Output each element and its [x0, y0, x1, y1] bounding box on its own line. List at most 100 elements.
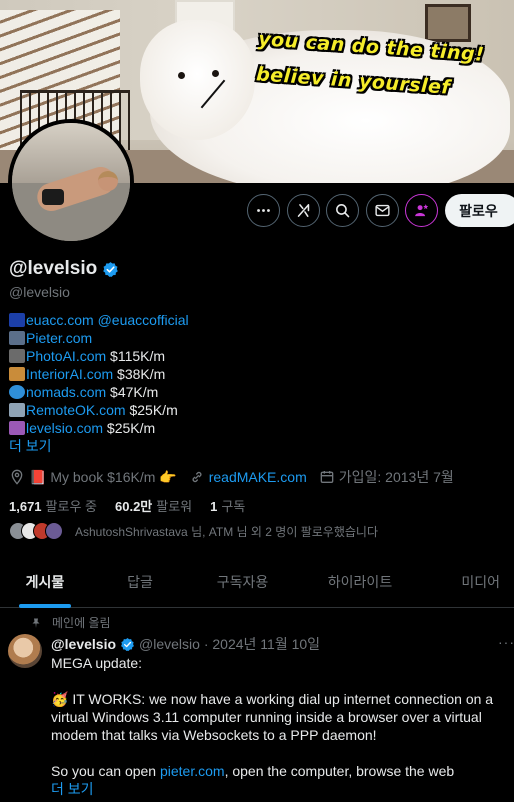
banner-picture-frame	[425, 4, 471, 42]
bio-line: PhotoAI.com $115K/m	[9, 347, 189, 365]
subscriptions-count: 1	[210, 499, 218, 514]
post-text-segment: , open the computer, browse the web	[224, 763, 455, 779]
satellite-icon	[9, 403, 25, 417]
location-item: 📕 My book $16K/m 👉	[9, 469, 177, 486]
tab-label: 답글	[127, 573, 153, 590]
bio-revenue: $47K/m	[110, 384, 159, 400]
tab-replies[interactable]: 답글	[90, 555, 190, 608]
joined-text: 가입일: 2013년 7월	[338, 469, 454, 485]
follower-avatar	[45, 522, 63, 540]
grok-button[interactable]	[287, 194, 320, 227]
post-paragraph-gap	[51, 744, 501, 762]
house-icon	[9, 367, 25, 381]
pinned-label: 메인에 올림	[52, 616, 111, 630]
search-icon	[336, 204, 350, 218]
tab-label: 게시물	[25, 573, 65, 590]
tab-label: 구독자용	[216, 573, 269, 590]
tab-posts[interactable]: 게시물	[0, 555, 90, 608]
link-icon	[192, 471, 202, 483]
post-text-segment: So you can open	[51, 763, 160, 779]
website-link[interactable]: readMAKE.com	[209, 469, 307, 485]
tab-highlights[interactable]: 하이라이트	[295, 555, 425, 608]
tab-media[interactable]: 미디어	[425, 555, 514, 608]
profile-stats: 1,671 팔로우 중 60.2만 팔로워 1 구독	[9, 496, 263, 515]
post-body: MEGA update: 🥳 IT WORKS: we now have a w…	[51, 654, 501, 780]
location-text: 📕 My book $16K/m 👉	[29, 468, 177, 485]
active-tab-indicator	[19, 604, 71, 608]
profile-meta: 📕 My book $16K/m 👉 readMAKE.com 가입일: 201…	[9, 467, 466, 487]
profile-tabs: 게시물 답글 구독자용 하이라이트 미디어	[0, 555, 514, 608]
bio-line: euacc.com @euaccofficial	[9, 311, 189, 329]
followers-label: 팔로워	[156, 499, 193, 514]
grok-icon	[297, 204, 310, 217]
bio-link[interactable]: InteriorAI.com	[26, 365, 113, 383]
globe-icon	[9, 385, 25, 399]
alembic-icon	[9, 421, 25, 435]
subscriptions-stat[interactable]: 1 구독	[210, 496, 245, 515]
avatar-head	[98, 171, 118, 191]
post-link[interactable]: pieter.com	[160, 763, 225, 779]
more-button[interactable]	[247, 194, 280, 227]
followed-by-text: AshutoshShrivastava 님, ATM 님 외 2 명이 팔로우했…	[75, 524, 378, 539]
verified-badge-icon	[121, 637, 134, 651]
bio-revenue: $25K/m	[106, 420, 156, 436]
search-button[interactable]	[326, 194, 359, 227]
followers-stat[interactable]: 60.2만 팔로워	[115, 496, 192, 515]
followed-by-row[interactable]: AshutoshShrivastava 님, ATM 님 외 2 명이 팔로우했…	[9, 522, 378, 540]
message-button[interactable]	[366, 194, 399, 227]
bio-mention-link[interactable]: @euaccofficial	[98, 311, 189, 329]
post-handle-date[interactable]: @levelsio · 2024년 11월 10일	[139, 634, 320, 654]
bio-link[interactable]: nomads.com	[26, 383, 106, 401]
bio-line: InteriorAI.com $38K/m	[9, 365, 189, 383]
subscribe-button[interactable]	[405, 194, 438, 227]
tab-label: 미디어	[461, 573, 500, 590]
profile-handle: @levelsio	[9, 284, 70, 300]
bio-revenue: $38K/m	[117, 366, 166, 382]
bio-revenue: $25K/m	[129, 402, 178, 418]
following-stat[interactable]: 1,671 팔로우 중	[9, 496, 97, 515]
post-text-line: MEGA update:	[51, 655, 143, 671]
avatar-shorts	[42, 189, 64, 205]
tab-subscriber-only[interactable]: 구독자용	[190, 555, 295, 608]
verified-badge-icon[interactable]	[102, 261, 119, 278]
profile-avatar[interactable]	[8, 119, 134, 245]
display-name: @levelsio	[9, 258, 98, 279]
post-author-avatar[interactable]	[8, 634, 42, 668]
bio-line: Pieter.com	[9, 329, 189, 347]
location-pin-icon	[11, 469, 23, 485]
bio-show-more-link[interactable]: 더 보기	[9, 437, 52, 455]
eu-flag-icon	[9, 313, 25, 327]
follow-button[interactable]: 팔로우	[445, 194, 514, 227]
post-author-name[interactable]: @levelsio	[51, 636, 116, 652]
envelope-icon	[375, 204, 390, 217]
followers-count: 60.2만	[115, 499, 153, 514]
bio-link[interactable]: Pieter.com	[26, 329, 92, 347]
bio-link[interactable]: levelsio.com	[26, 419, 103, 437]
post-more-menu-icon[interactable]: ···	[498, 634, 514, 650]
camera-flash-icon	[9, 349, 25, 363]
pin-icon	[32, 618, 40, 628]
bio-revenue: $115K/m	[110, 348, 166, 364]
calendar-icon	[320, 471, 334, 483]
pinned-indicator: 메인에 올림	[30, 614, 111, 631]
profile-bio: euacc.com @euaccofficial Pieter.com Phot…	[9, 311, 189, 455]
floppy-disk-icon	[9, 331, 25, 345]
display-name-row: @levelsio	[9, 258, 119, 280]
website-item: readMAKE.com	[189, 469, 307, 485]
bio-link[interactable]: euacc.com	[26, 311, 94, 329]
subscribe-star-person-icon	[415, 204, 429, 217]
post-show-more-link[interactable]: 더 보기	[51, 779, 94, 799]
dog-eye	[178, 72, 185, 79]
following-label: 팔로우 중	[45, 499, 97, 514]
bio-link[interactable]: PhotoAI.com	[26, 347, 106, 365]
bio-line: 더 보기	[9, 437, 189, 455]
following-count: 1,671	[9, 499, 42, 514]
post-paragraph-gap	[51, 672, 501, 690]
bio-line: RemoteOK.com $25K/m	[9, 401, 189, 419]
bio-link[interactable]: RemoteOK.com	[26, 401, 126, 419]
post-text-line: modem that talks via Websockets to a PPP…	[51, 727, 377, 743]
more-horizontal-icon	[257, 209, 270, 212]
post-header: @levelsio @levelsio · 2024년 11월 10일	[51, 634, 320, 654]
post-text-line: virtual Windows 3.11 computer running in…	[51, 709, 482, 725]
bio-line: levelsio.com $25K/m	[9, 419, 189, 437]
